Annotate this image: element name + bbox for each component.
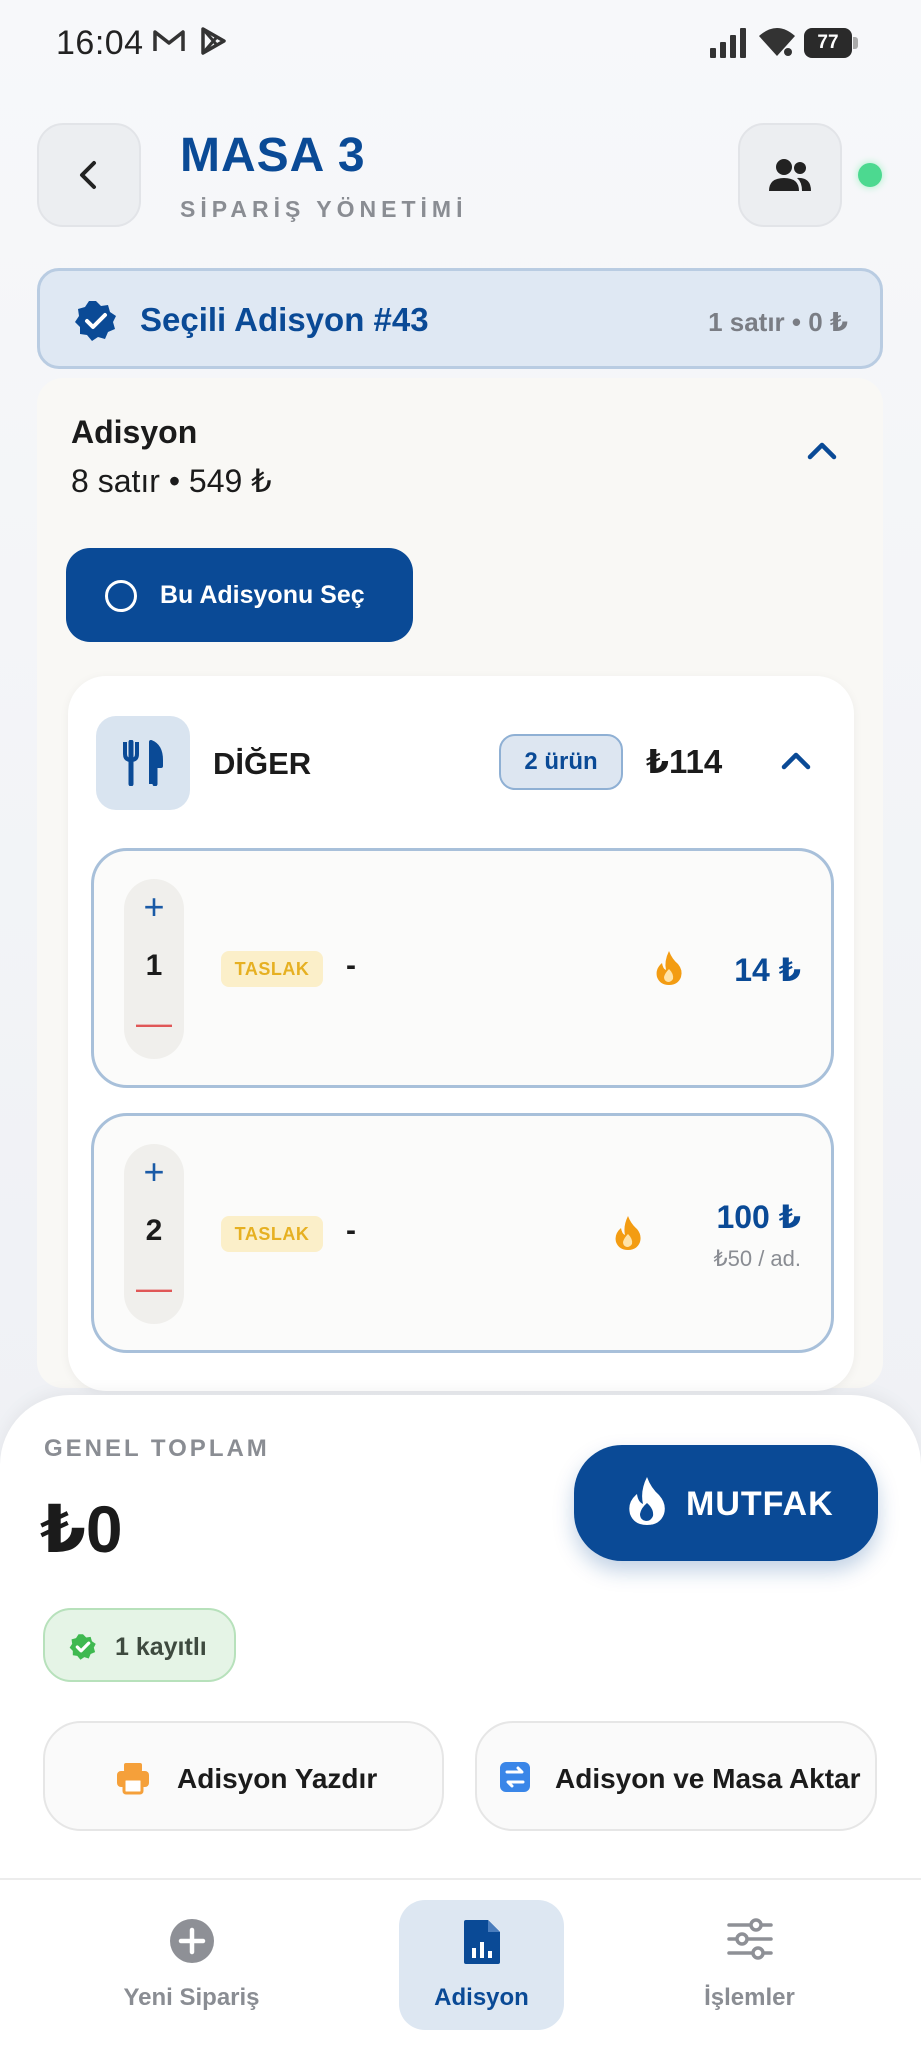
grand-total-label: GENEL TOPLAM bbox=[44, 1435, 270, 1462]
nav-bill-label: Adisyon bbox=[434, 1984, 529, 2011]
gmail-icon bbox=[153, 30, 185, 51]
category-total: ₺114 bbox=[646, 743, 723, 780]
category-chevron-up-icon[interactable] bbox=[779, 748, 813, 772]
bottom-navigation: Yeni Sipariş Adisyon İşlemler bbox=[0, 1878, 921, 2048]
increase-button[interactable]: + bbox=[124, 887, 184, 927]
decrease-button[interactable]: — bbox=[124, 1268, 184, 1308]
plus-circle-icon bbox=[169, 1919, 214, 1963]
summary-sheet: GENEL TOPLAM ₺0 MUTFAK 1 kayıtlı Adisyon… bbox=[0, 1395, 921, 1878]
item-price: 100 ₺ bbox=[716, 1199, 801, 1235]
status-bar: 16:04 77 bbox=[0, 0, 921, 88]
quantity-stepper: + 1 — bbox=[124, 879, 184, 1059]
signal-icon bbox=[710, 28, 746, 58]
chevron-up-icon[interactable] bbox=[805, 438, 839, 462]
order-item-card[interactable]: + 2 — TASLAK - 100 ₺ ₺50 / ad. bbox=[91, 1113, 834, 1353]
select-bill-button[interactable]: Bu Adisyonu Seç bbox=[66, 548, 413, 642]
item-price: 14 ₺ bbox=[734, 952, 801, 988]
bill-card: Adisyon 8 satır • 549 ₺ Bu Adisyonu Seç … bbox=[37, 378, 883, 1391]
customers-button[interactable] bbox=[738, 123, 842, 227]
bill-title: Adisyon bbox=[71, 414, 198, 450]
battery-cap bbox=[853, 37, 858, 49]
increase-button[interactable]: + bbox=[124, 1152, 184, 1192]
saved-count-chip: 1 kayıtlı bbox=[43, 1608, 236, 1682]
verified-check-icon bbox=[75, 301, 116, 341]
category-icon-box bbox=[96, 716, 190, 810]
print-bill-label: Adisyon Yazdır bbox=[177, 1763, 378, 1794]
page-title: MASA 3 bbox=[180, 129, 366, 182]
transfer-button[interactable]: Adisyon ve Masa Aktar bbox=[475, 1721, 877, 1831]
verified-check-icon bbox=[69, 1634, 96, 1660]
back-button[interactable] bbox=[37, 123, 141, 227]
radio-circle-icon bbox=[105, 580, 137, 612]
wifi-icon bbox=[759, 28, 795, 56]
page-subtitle: SİPARİŞ YÖNETİMİ bbox=[180, 196, 468, 222]
send-to-kitchen-button[interactable]: MUTFAK bbox=[574, 1445, 878, 1561]
decrease-button[interactable]: — bbox=[124, 1003, 184, 1043]
nav-operations-label: İşlemler bbox=[704, 1984, 795, 2011]
battery-icon: 77 bbox=[804, 28, 858, 58]
send-to-kitchen-label: MUTFAK bbox=[686, 1485, 834, 1523]
flame-icon[interactable] bbox=[613, 1214, 643, 1252]
print-bill-button[interactable]: Adisyon Yazdır bbox=[43, 1721, 444, 1831]
sliders-icon bbox=[726, 1918, 773, 1960]
chevron-left-icon bbox=[80, 161, 96, 189]
nav-bill[interactable]: Adisyon bbox=[399, 1900, 564, 2030]
app-screen: 16:04 77 MASA 3 SİPARİŞ YÖNETİMİ Seçili … bbox=[0, 0, 921, 2048]
printer-icon bbox=[117, 1763, 149, 1795]
battery-level: 77 bbox=[804, 28, 852, 58]
status-time: 16:04 bbox=[56, 24, 144, 62]
saved-count-label: 1 kayıtlı bbox=[115, 1633, 207, 1661]
order-item-card[interactable]: + 1 — TASLAK - 14 ₺ bbox=[91, 848, 834, 1088]
flame-icon bbox=[629, 1477, 665, 1525]
nav-new-order-label: Yeni Sipariş bbox=[123, 1984, 260, 2011]
item-name: - bbox=[346, 1214, 356, 1247]
flame-icon[interactable] bbox=[654, 949, 684, 987]
category-count-badge: 2 ürün bbox=[499, 734, 623, 790]
category-name: DİĞER bbox=[213, 746, 312, 781]
draft-badge: TASLAK bbox=[221, 1216, 323, 1252]
nav-operations[interactable]: İşlemler bbox=[667, 1900, 832, 2030]
transfer-icon bbox=[500, 1762, 530, 1792]
bill-meta: 8 satır • 549 ₺ bbox=[71, 463, 272, 499]
online-status-dot bbox=[858, 163, 882, 187]
selected-bill-banner[interactable]: Seçili Adisyon #43 1 satır • 0 ₺ bbox=[37, 268, 883, 369]
utensils-icon bbox=[123, 740, 163, 786]
select-bill-label: Bu Adisyonu Seç bbox=[160, 581, 365, 609]
selected-bill-title: Seçili Adisyon #43 bbox=[140, 301, 429, 338]
transfer-label: Adisyon ve Masa Aktar bbox=[555, 1763, 861, 1794]
receipt-icon bbox=[463, 1920, 500, 1964]
category-card: DİĞER 2 ürün ₺114 + 1 — TASLAK - 14 ₺ + … bbox=[68, 676, 854, 1391]
draft-badge: TASLAK bbox=[221, 951, 323, 987]
nav-new-order[interactable]: Yeni Sipariş bbox=[109, 1900, 274, 2030]
quantity-value: 2 bbox=[145, 1214, 163, 1247]
grand-total-value: ₺0 bbox=[40, 1492, 123, 1566]
item-name: - bbox=[346, 949, 356, 982]
people-icon bbox=[769, 159, 811, 191]
selected-bill-meta: 1 satır • 0 ₺ bbox=[708, 307, 848, 337]
quantity-value: 1 bbox=[145, 949, 163, 982]
quantity-stepper: + 2 — bbox=[124, 1144, 184, 1324]
play-store-icon bbox=[201, 27, 226, 55]
item-unit-price: ₺50 / ad. bbox=[713, 1246, 801, 1271]
